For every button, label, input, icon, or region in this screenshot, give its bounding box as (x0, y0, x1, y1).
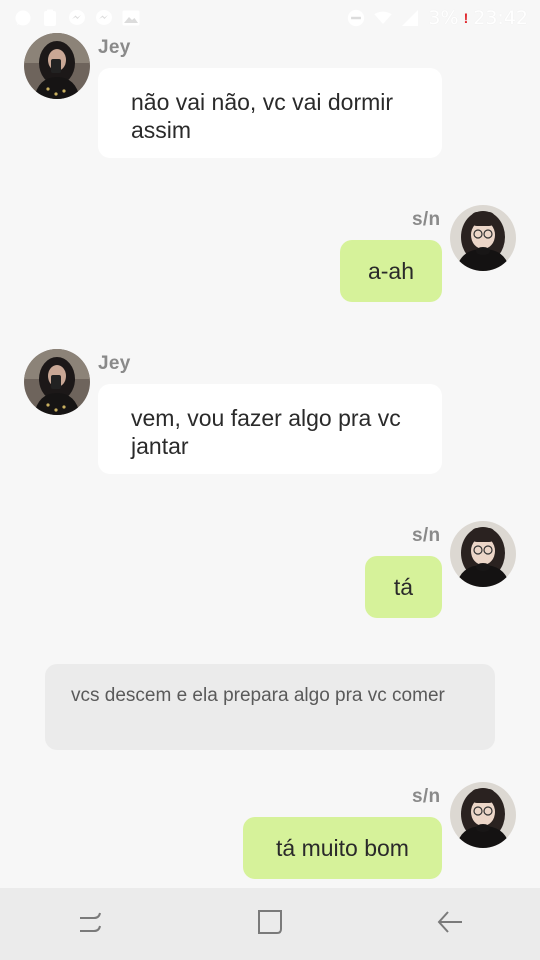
clock: 23:42 (473, 7, 528, 29)
battery-percent: 3% (428, 7, 459, 29)
avatar[interactable] (24, 33, 90, 99)
message-bubble-incoming[interactable]: não vai não, vc vai dormir assim (98, 68, 442, 158)
sender-name: s/n (412, 786, 441, 807)
system-status: 3% ! 23:42 (347, 7, 528, 29)
home-button[interactable] (240, 894, 300, 954)
gallery-icon (122, 9, 140, 27)
clipboard-icon (41, 9, 59, 27)
wifi-icon (374, 9, 393, 27)
back-icon (436, 908, 464, 941)
navigation-bar (0, 888, 540, 960)
sender-name: Jey (98, 353, 131, 374)
message-bubble-outgoing[interactable]: tá (365, 556, 442, 618)
message-bubble-incoming[interactable]: vem, vou fazer algo pra vc jantar (98, 384, 442, 474)
narration-bubble[interactable]: vcs descem e ela prepara algo pra vc com… (45, 664, 495, 750)
avatar[interactable] (450, 521, 516, 587)
sender-name: s/n (412, 209, 441, 230)
message-bubble-outgoing[interactable]: a-ah (340, 240, 442, 302)
chat-screen: 3% ! 23:42 Jey não vai não, vc vai dormi… (0, 0, 540, 960)
whatsapp-icon (14, 9, 32, 27)
recent-apps-button[interactable] (60, 894, 120, 954)
messenger-icon (68, 9, 86, 27)
back-button[interactable] (420, 894, 480, 954)
messenger-icon (95, 9, 113, 27)
avatar[interactable] (450, 205, 516, 271)
battery-alert-icon: ! (463, 10, 469, 26)
sender-name: s/n (412, 525, 441, 546)
notification-icons (14, 9, 140, 27)
avatar[interactable] (24, 349, 90, 415)
avatar[interactable] (450, 782, 516, 848)
message-bubble-outgoing[interactable]: tá muito bom (243, 817, 442, 879)
home-icon (256, 908, 284, 941)
do-not-disturb-icon (347, 9, 365, 27)
recent-apps-icon (77, 909, 103, 940)
sender-name: Jey (98, 37, 131, 58)
signal-icon (401, 9, 419, 27)
status-bar: 3% ! 23:42 (0, 0, 540, 36)
